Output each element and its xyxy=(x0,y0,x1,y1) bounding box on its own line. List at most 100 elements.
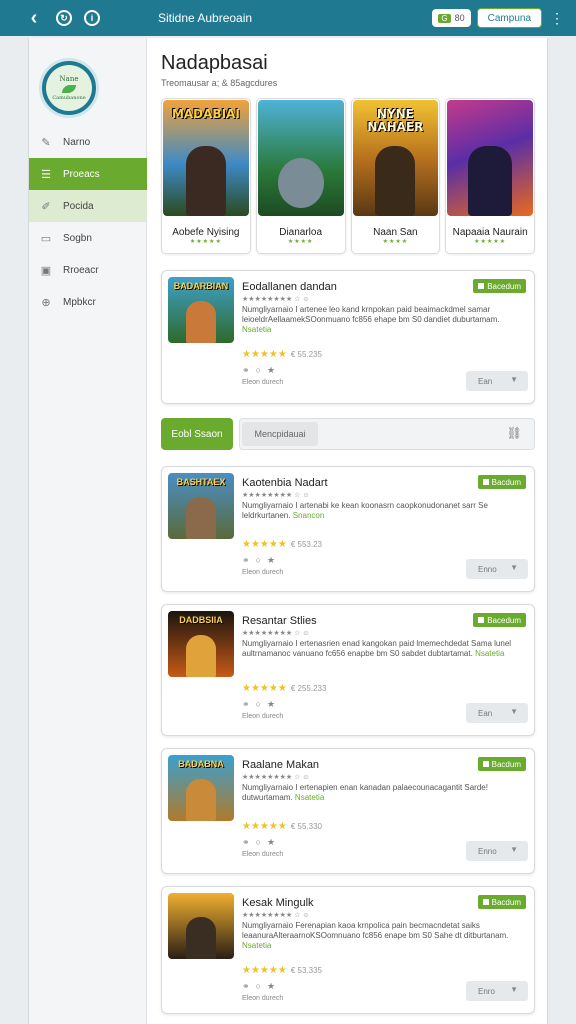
card-description: Numgliyarnaio I ertenapien enan kanadan … xyxy=(242,783,528,803)
rating-stars: ★★★★★ xyxy=(242,539,287,550)
filter-button[interactable]: Eobl Ssaon xyxy=(161,418,233,450)
link-icon[interactable]: ⚭ xyxy=(242,837,250,848)
character-figure xyxy=(186,635,216,677)
link-icon[interactable]: ⚭ xyxy=(242,555,250,566)
dropdown-label: Ean xyxy=(478,376,493,386)
rating-stars: ★★★★★ xyxy=(242,821,287,832)
card-description: Numgliyarnaio Ferenapian kaoa krnpolica … xyxy=(242,921,528,951)
star-icon[interactable]: ★ xyxy=(267,365,275,376)
comment-icon[interactable]: ○ xyxy=(256,981,261,992)
app-card[interactable]: DADBSIIA Resantar Stlies Bacedum ★★★★★★★… xyxy=(161,604,535,736)
character-figure xyxy=(375,146,416,216)
app-card[interactable]: Kesak Mingulk Bacdum ★★★★★★★★ ☆ ☺ Numgli… xyxy=(161,886,535,1014)
link-icon[interactable]: ⚭ xyxy=(242,699,250,710)
top-app-bar: ‹ ↻ i Sitidne Aubreoain G 80 Campuna ⋮ xyxy=(0,0,576,36)
dropdown-button[interactable]: Enro ▼ xyxy=(466,981,528,1001)
card-actions: ⚭ ○ ★ xyxy=(242,365,275,376)
app-title: Sitidne Aubreoain xyxy=(158,11,253,25)
link-icon[interactable]: ⛓ xyxy=(507,426,522,440)
app-thumbnail[interactable]: BASHTAEX xyxy=(168,473,234,539)
badge-count: 80 xyxy=(454,13,465,23)
chevron-down-icon: ▼ xyxy=(510,375,518,384)
badge-label: Bacdum xyxy=(491,477,521,487)
description-text: Numgliyarnaio I ertenapien enan kanadan … xyxy=(242,783,488,802)
sidebar-item-mpbkcr[interactable]: ⊕ Mpbkcr xyxy=(29,286,147,318)
star-icon[interactable]: ★ xyxy=(267,837,275,848)
featured-card[interactable]: Napaaia Naurain ★★★★★ xyxy=(445,98,535,254)
sidebar-nav: ✎ Narno ☰ Proeacs ✐ Pocida ▭ Sogbn ▣ Rro… xyxy=(29,126,147,318)
filter-chip[interactable]: Mencpidauai xyxy=(242,422,318,446)
sidebar-item-label: Proeacs xyxy=(63,168,100,180)
thumb-title: BADARBIAN xyxy=(173,281,229,291)
featured-name: Naan San xyxy=(373,227,418,238)
app-logo[interactable]: Nane Camubanone xyxy=(39,58,99,118)
rating-count: € 553.23 xyxy=(290,540,322,549)
sidebar-item-narno[interactable]: ✎ Narno xyxy=(29,126,147,158)
rating-count: € 255.233 xyxy=(290,684,327,693)
logo-text-top: Nane xyxy=(59,75,79,83)
more-vert-icon[interactable]: ⋮ xyxy=(550,10,564,27)
download-info: Eleon durech xyxy=(242,995,284,1002)
dropdown-button[interactable]: Enno ▼ xyxy=(466,559,528,579)
featured-stars: ★★★★ xyxy=(287,239,314,245)
card-title: Kesak Mingulk xyxy=(242,897,314,909)
refresh-icon[interactable]: ↻ xyxy=(56,10,72,26)
character-figure xyxy=(186,917,216,959)
dropdown-label: Enno xyxy=(478,564,497,574)
badge-icon: G xyxy=(438,13,451,23)
description-text: Numgliyarnaio Ferenapian kaoa krnpolica … xyxy=(242,921,509,940)
character-figure xyxy=(186,497,216,539)
campaign-button[interactable]: Campuna xyxy=(476,8,542,28)
featured-name: Napaaia Naurain xyxy=(452,227,528,238)
back-arrow-icon[interactable]: ‹ xyxy=(24,7,44,30)
star-icon[interactable]: ★ xyxy=(267,981,275,992)
download-info: Eleon durech xyxy=(242,851,284,858)
card-meta: ★★★★★★★★ ☆ ☺ xyxy=(242,296,310,303)
comment-icon[interactable]: ○ xyxy=(256,837,261,848)
comment-icon[interactable]: ○ xyxy=(256,555,261,566)
featured-stars: ★★★★★ xyxy=(189,239,222,245)
sidebar-item-label: Rroeacr xyxy=(63,264,99,276)
dropdown-button[interactable]: Ean ▼ xyxy=(466,703,528,723)
featured-name: Aobefe Nyising xyxy=(172,227,240,238)
card-meta: ★★★★★★★★ ☆ ☺ xyxy=(242,630,310,637)
dropdown-button[interactable]: Ean ▼ xyxy=(466,371,528,391)
link-icon[interactable]: ⚭ xyxy=(242,981,250,992)
category-badge: Bacdum xyxy=(477,475,526,489)
featured-card[interactable]: Dianarloa ★★★★ xyxy=(255,98,346,254)
sidebar: Nane Camubanone ✎ Narno ☰ Proeacs ✐ Poci… xyxy=(29,38,147,1024)
sidebar-item-label: Mpbkcr xyxy=(63,296,96,308)
logo-text-bottom: Camubanone xyxy=(52,95,86,101)
sidebar-item-rroeacr[interactable]: ▣ Rroeacr xyxy=(29,254,147,286)
category-badge: Bacdum xyxy=(477,757,526,771)
app-thumbnail[interactable]: DADBSIIA xyxy=(168,611,234,677)
star-icon[interactable]: ★ xyxy=(267,555,275,566)
badge-label: Bacedum xyxy=(487,281,521,291)
star-icon[interactable]: ★ xyxy=(267,699,275,710)
sidebar-item-label: Pocida xyxy=(63,200,94,212)
app-card[interactable]: BADABNA Raalane Makan Bacdum ★★★★★★★★ ☆ … xyxy=(161,748,535,874)
badge-icon xyxy=(478,283,485,289)
card-actions: ⚭ ○ ★ xyxy=(242,699,275,710)
app-thumbnail[interactable]: BADARBIAN xyxy=(168,277,234,343)
character-figure xyxy=(277,158,324,208)
app-thumbnail[interactable] xyxy=(168,893,234,959)
info-icon[interactable]: i xyxy=(84,10,100,26)
featured-card[interactable]: NYNE NAHAER Naan San ★★★★ xyxy=(350,98,441,254)
comment-icon[interactable]: ○ xyxy=(256,365,261,376)
app-thumbnail[interactable]: BADABNA xyxy=(168,755,234,821)
filter-input[interactable]: Mencpidauai ⛓ xyxy=(239,418,535,450)
description-highlight: Snancon xyxy=(292,511,325,520)
comment-icon[interactable]: ○ xyxy=(256,699,261,710)
app-card[interactable]: BASHTAEX Kaotenbia Nadart Bacdum ★★★★★★★… xyxy=(161,466,535,592)
sidebar-item-proeacs[interactable]: ☰ Proeacs xyxy=(29,158,147,190)
star-rating: ★★★★★ € 53.335 xyxy=(242,965,322,976)
dropdown-button[interactable]: Enno ▼ xyxy=(466,841,528,861)
status-badge[interactable]: G 80 xyxy=(432,9,471,27)
link-icon[interactable]: ⚭ xyxy=(242,365,250,376)
sidebar-item-sogbn[interactable]: ▭ Sogbn xyxy=(29,222,147,254)
sidebar-item-pocida[interactable]: ✐ Pocida xyxy=(29,190,147,222)
featured-card[interactable]: MADABIAI Aobefe Nyising ★★★★★ xyxy=(161,98,251,254)
app-card[interactable]: BADARBIAN Eodallanen dandan Bacedum ★★★★… xyxy=(161,270,535,404)
star-rating: ★★★★★ € 255.233 xyxy=(242,683,326,694)
